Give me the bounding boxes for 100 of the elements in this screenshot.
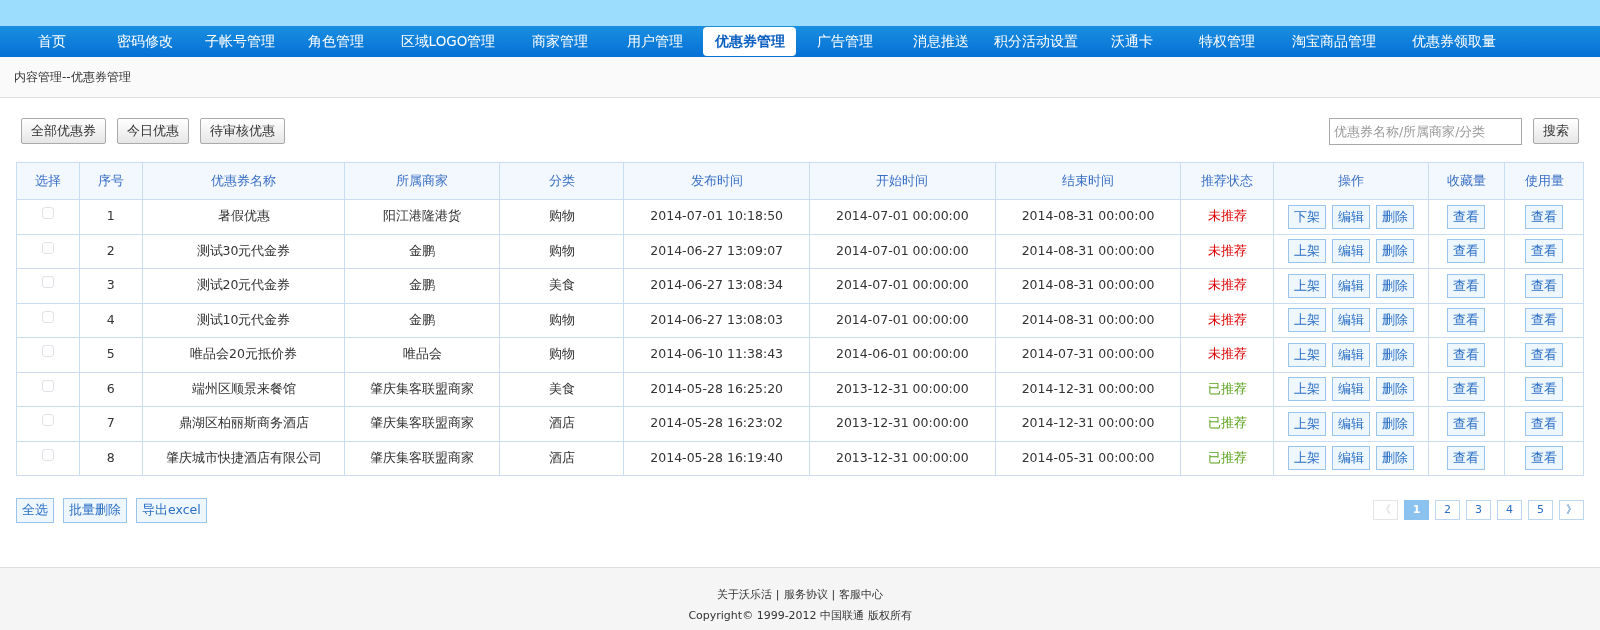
table-cell: 2013-12-31 00:00:00 — [809, 406, 996, 441]
action-button[interactable]: 删除 — [1375, 342, 1414, 367]
action-button[interactable]: 编辑 — [1331, 273, 1370, 298]
view-button[interactable]: 查看 — [1447, 239, 1486, 264]
view-button[interactable]: 查看 — [1525, 411, 1564, 436]
nav-tab[interactable]: 商家管理 — [513, 27, 606, 56]
view-button[interactable]: 查看 — [1525, 342, 1564, 367]
filter-button[interactable]: 待审核优惠 — [200, 117, 285, 145]
view-button[interactable]: 查看 — [1447, 204, 1486, 229]
table-cell: 唯品会 — [344, 337, 500, 372]
row-checkbox[interactable] — [41, 310, 54, 323]
table-cell: 唯品会20元抵价券 — [142, 337, 345, 372]
table-cell: 2014-12-31 00:00:00 — [995, 406, 1181, 441]
action-button[interactable]: 上架 — [1287, 308, 1326, 333]
nav-tab[interactable]: 首页 — [8, 27, 96, 56]
table-cell: 端州区顺景来餐馆 — [142, 372, 345, 407]
column-header: 收藏量 — [1428, 162, 1505, 200]
table-cell: 2014-05-28 16:25:20 — [623, 372, 810, 407]
nav-tab[interactable]: 广告管理 — [798, 27, 892, 56]
search-button[interactable]: 搜索 — [1533, 117, 1579, 145]
action-button[interactable]: 上架 — [1287, 411, 1326, 436]
action-button[interactable]: 下架 — [1287, 204, 1326, 229]
action-button[interactable]: 上架 — [1287, 273, 1326, 298]
table-cell: 5 — [79, 337, 143, 372]
action-button[interactable]: 上架 — [1287, 446, 1326, 471]
nav-tab[interactable]: 消息推送 — [894, 27, 987, 56]
table-cell: 2014-07-01 00:00:00 — [809, 199, 996, 234]
nav-tab[interactable]: 区域LOGO管理 — [385, 27, 511, 56]
table-cell: 2014-05-28 16:23:02 — [623, 406, 810, 441]
table-cell: 购物 — [499, 337, 624, 372]
page-button[interactable]: 4 — [1497, 500, 1522, 521]
search-field[interactable]: 优惠券名称/所属商家/分类 — [1329, 117, 1522, 145]
view-button[interactable]: 查看 — [1447, 308, 1486, 333]
bulk-action-button[interactable]: 导出excel — [136, 498, 207, 523]
row-checkbox[interactable] — [41, 207, 54, 220]
nav-tab[interactable]: 优惠券管理 — [703, 27, 796, 56]
action-button[interactable]: 删除 — [1375, 377, 1414, 402]
view-button[interactable]: 查看 — [1447, 411, 1486, 436]
page-button[interactable]: 5 — [1528, 500, 1553, 521]
action-button[interactable]: 删除 — [1375, 308, 1414, 333]
nav-tab[interactable]: 特权管理 — [1180, 27, 1273, 56]
status-cell: 已推荐 — [1180, 372, 1274, 407]
action-button[interactable]: 编辑 — [1331, 204, 1370, 229]
action-button[interactable]: 上架 — [1287, 342, 1326, 367]
action-button[interactable]: 上架 — [1287, 239, 1326, 264]
nav-tab[interactable]: 用户管理 — [608, 27, 701, 56]
footer-link[interactable]: 客服中心 — [839, 588, 884, 601]
nav-tab[interactable]: 子帐号管理 — [193, 27, 287, 56]
status-cell: 已推荐 — [1180, 441, 1274, 476]
table-cell: 7 — [79, 406, 143, 441]
table-cell: 测试20元代金券 — [142, 268, 345, 303]
action-button[interactable]: 编辑 — [1331, 446, 1370, 471]
next-page-button[interactable]: 》 — [1559, 500, 1584, 521]
row-checkbox[interactable] — [41, 276, 54, 289]
view-button[interactable]: 查看 — [1447, 342, 1486, 367]
row-checkbox[interactable] — [41, 414, 54, 427]
nav-tab[interactable]: 密码修改 — [98, 27, 191, 56]
view-button[interactable]: 查看 — [1525, 273, 1564, 298]
view-button[interactable]: 查看 — [1525, 446, 1564, 471]
nav-tab[interactable]: 积分活动设置 — [989, 27, 1083, 56]
bulk-action-button[interactable]: 全选 — [16, 498, 54, 523]
footer-link[interactable]: 关于沃乐活 — [716, 588, 772, 601]
status-cell: 已推荐 — [1180, 406, 1274, 441]
table-cell: 2014-07-31 00:00:00 — [995, 337, 1181, 372]
nav-tab[interactable]: 角色管理 — [289, 27, 383, 56]
view-button[interactable]: 查看 — [1525, 377, 1564, 402]
nav-tab[interactable]: 优惠券领取量 — [1395, 27, 1513, 56]
page-button[interactable]: 3 — [1466, 500, 1491, 521]
view-button[interactable]: 查看 — [1447, 446, 1486, 471]
view-button[interactable]: 查看 — [1525, 239, 1564, 264]
filter-button[interactable]: 今日优惠 — [117, 117, 189, 145]
action-button[interactable]: 删除 — [1375, 446, 1414, 471]
table-cell: 肇庆城市快捷酒店有限公司 — [142, 441, 345, 476]
nav-tab[interactable]: 淘宝商品管理 — [1275, 27, 1393, 56]
row-checkbox[interactable] — [41, 448, 54, 461]
action-button[interactable]: 编辑 — [1331, 411, 1370, 436]
action-button[interactable]: 删除 — [1375, 204, 1414, 229]
table-cell: 2014-06-01 00:00:00 — [809, 337, 996, 372]
row-checkbox[interactable] — [41, 379, 54, 392]
table-cell: 2014-07-01 00:00:00 — [809, 234, 996, 269]
status-cell: 未推荐 — [1180, 268, 1274, 303]
action-button[interactable]: 编辑 — [1331, 377, 1370, 402]
action-button[interactable]: 编辑 — [1331, 239, 1370, 264]
view-button[interactable]: 查看 — [1447, 273, 1486, 298]
view-button[interactable]: 查看 — [1525, 308, 1564, 333]
row-checkbox[interactable] — [41, 345, 54, 358]
action-button[interactable]: 编辑 — [1331, 342, 1370, 367]
action-button[interactable]: 上架 — [1287, 377, 1326, 402]
footer-link[interactable]: 服务协议 — [783, 588, 828, 601]
nav-tab[interactable]: 沃通卡 — [1085, 27, 1178, 56]
action-button[interactable]: 编辑 — [1331, 308, 1370, 333]
page-button[interactable]: 2 — [1435, 500, 1460, 521]
action-button[interactable]: 删除 — [1375, 411, 1414, 436]
row-checkbox[interactable] — [41, 241, 54, 254]
action-button[interactable]: 删除 — [1375, 273, 1414, 298]
filter-button[interactable]: 全部优惠券 — [21, 117, 106, 145]
bulk-action-button[interactable]: 批量删除 — [63, 498, 127, 523]
view-button[interactable]: 查看 — [1447, 377, 1486, 402]
action-button[interactable]: 删除 — [1375, 239, 1414, 264]
view-button[interactable]: 查看 — [1525, 204, 1564, 229]
